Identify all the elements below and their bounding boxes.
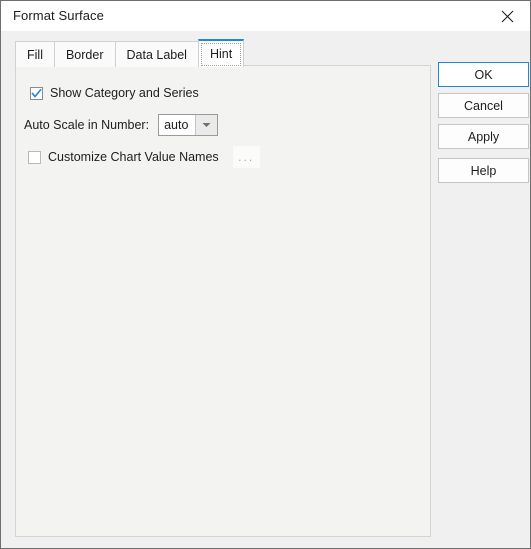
tab-strip: Fill Border Data Label Hint bbox=[15, 39, 245, 67]
tab-border-label: Border bbox=[65, 47, 104, 62]
close-button[interactable] bbox=[485, 1, 530, 31]
cancel-button-label: Cancel bbox=[464, 98, 503, 113]
close-icon bbox=[501, 10, 514, 23]
auto-scale-dropdown[interactable]: auto bbox=[158, 114, 219, 136]
ok-button[interactable]: OK bbox=[438, 62, 529, 87]
format-surface-dialog: Format Surface Fill Border Data Label Hi… bbox=[0, 0, 531, 549]
customize-chart-value-names-row[interactable]: Customize Chart Value Names ... bbox=[28, 146, 260, 168]
customize-chart-value-names-label: Customize Chart Value Names bbox=[48, 150, 219, 164]
show-category-and-series-row[interactable]: Show Category and Series bbox=[30, 86, 199, 100]
customize-chart-value-names-checkbox[interactable] bbox=[28, 150, 41, 164]
tab-fill[interactable]: Fill bbox=[15, 41, 55, 67]
help-button[interactable]: Help bbox=[438, 158, 529, 183]
show-category-and-series-label: Show Category and Series bbox=[50, 86, 199, 100]
tab-data-label[interactable]: Data Label bbox=[114, 41, 199, 67]
show-category-and-series-checkbox[interactable] bbox=[30, 86, 43, 100]
ok-button-label: OK bbox=[474, 67, 493, 82]
tab-hint[interactable]: Hint bbox=[197, 39, 245, 67]
tab-fill-label: Fill bbox=[27, 47, 43, 62]
hint-tab-panel: Show Category and Series Auto Scale in N… bbox=[15, 65, 431, 537]
title-bar: Format Surface bbox=[1, 1, 530, 32]
help-button-label: Help bbox=[470, 163, 497, 178]
chevron-down-icon bbox=[195, 115, 218, 135]
auto-scale-row: Auto Scale in Number: auto bbox=[24, 114, 219, 136]
apply-button[interactable]: Apply bbox=[438, 124, 529, 149]
tab-border[interactable]: Border bbox=[53, 41, 116, 67]
window-title: Format Surface bbox=[13, 8, 104, 23]
auto-scale-label: Auto Scale in Number: bbox=[24, 118, 150, 132]
tab-data-label-label: Data Label bbox=[126, 47, 187, 62]
cancel-button[interactable]: Cancel bbox=[438, 93, 529, 118]
auto-scale-value: auto bbox=[164, 118, 189, 132]
apply-button-label: Apply bbox=[467, 129, 500, 144]
tab-hint-label: Hint bbox=[209, 47, 233, 61]
browse-ellipsis-button[interactable]: ... bbox=[232, 146, 260, 168]
